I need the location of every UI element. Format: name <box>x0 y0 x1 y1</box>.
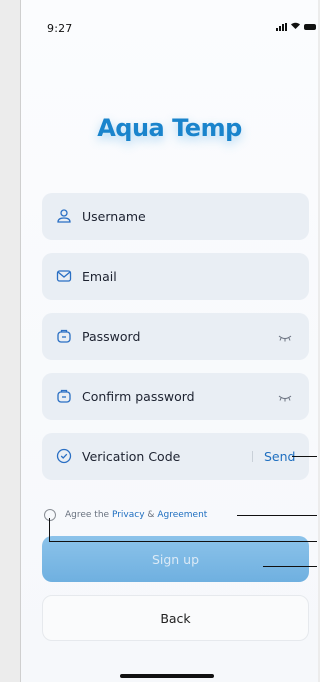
callout-line-signup <box>263 566 317 567</box>
back-button[interactable]: Back <box>42 595 309 641</box>
user-icon <box>57 209 71 223</box>
battery-icon <box>304 23 316 30</box>
eye-closed-icon[interactable] <box>278 334 292 342</box>
email-field[interactable]: Email <box>42 253 309 300</box>
cellular-signal-icon <box>276 22 287 31</box>
agree-checkbox[interactable] <box>44 509 56 521</box>
lock-icon <box>57 389 71 403</box>
username-field[interactable]: Username <box>42 193 309 240</box>
app-title: Aqua Temp <box>97 114 242 142</box>
phone-screen: 9:27 Aqua Temp Username Email Password C… <box>20 0 318 682</box>
password-placeholder: Password <box>82 329 141 344</box>
agreement-link[interactable]: Agreement <box>157 510 207 520</box>
confirm-password-field[interactable]: Confirm password <box>42 373 309 420</box>
privacy-link[interactable]: Privacy <box>112 510 145 520</box>
verification-placeholder: Verication Code <box>82 449 181 464</box>
callout-line-send <box>292 456 317 457</box>
agree-joiner: & <box>147 510 155 520</box>
callout-line-checkbox-vertical <box>49 518 50 542</box>
agreement-row: Agree the Privacy & Agreement <box>44 509 207 521</box>
eye-closed-icon[interactable] <box>278 394 292 402</box>
send-divider <box>252 451 253 462</box>
send-code-button[interactable]: Send <box>264 449 295 464</box>
lock-icon <box>57 329 71 343</box>
email-placeholder: Email <box>82 269 117 284</box>
home-indicator <box>120 674 214 678</box>
confirm-password-placeholder: Confirm password <box>82 389 195 404</box>
verification-code-field[interactable]: Verication Code Send <box>42 433 309 480</box>
sign-up-button[interactable]: Sign up <box>42 536 309 582</box>
callout-line-agreement <box>237 515 317 516</box>
status-time: 9:27 <box>47 22 73 35</box>
status-icons <box>276 21 316 32</box>
callout-line-checkbox <box>49 541 317 542</box>
wifi-icon <box>290 21 301 32</box>
password-field[interactable]: Password <box>42 313 309 360</box>
username-placeholder: Username <box>82 209 146 224</box>
shield-icon <box>56 448 72 464</box>
mail-icon <box>56 270 72 282</box>
agree-prefix: Agree the <box>65 510 110 520</box>
